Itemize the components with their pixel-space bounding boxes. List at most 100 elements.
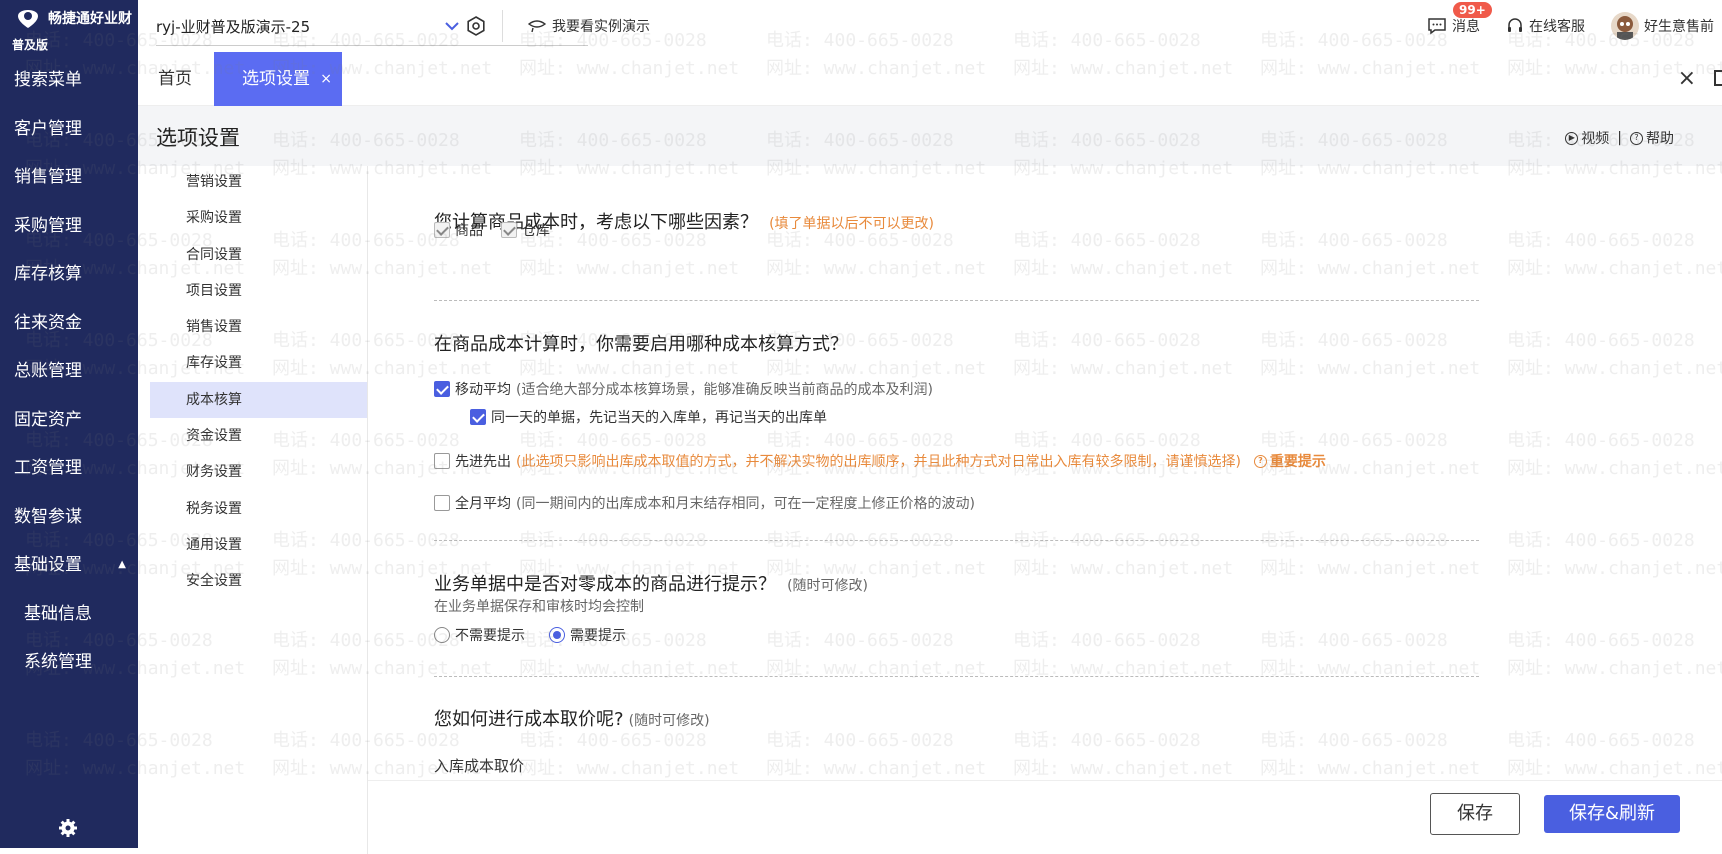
tab-home[interactable]: 首页	[158, 52, 192, 106]
nav-subitem-label: 基础信息	[24, 603, 92, 624]
option-label: 商品	[455, 223, 483, 239]
nav-item-label: 固定资产	[14, 409, 82, 430]
video-link[interactable]: ▶ 视频	[1565, 128, 1609, 148]
submenu-item-marketing[interactable]: 营销设置	[150, 164, 367, 200]
nav-item-label: 销售管理	[14, 167, 82, 187]
account-select[interactable]: ryj-业财普及版演示-25	[156, 8, 588, 46]
fullscreen-icon[interactable]	[1714, 70, 1722, 86]
submenu-item-sales[interactable]: 销售设置	[150, 309, 367, 345]
video-label: 视频	[1581, 131, 1610, 147]
save-refresh-button[interactable]: 保存&刷新	[1544, 795, 1680, 833]
radio[interactable]	[549, 627, 565, 643]
submenu-item-project[interactable]: 项目设置	[150, 273, 367, 309]
nav-item-label: 客户管理	[14, 118, 82, 139]
zero-cost-options: 不需要提示 需要提示	[434, 625, 626, 645]
submenu-item-contract[interactable]: 合同设置	[150, 237, 367, 273]
caret-up-icon: ▲	[118, 559, 126, 570]
user-menu[interactable]: 好生意售前	[1611, 12, 1714, 40]
nav-subitem-system[interactable]: 系统管理	[0, 638, 138, 687]
submenu-item-general[interactable]: 通用设置	[150, 527, 367, 563]
demo-link[interactable]: 我要看实例演示	[528, 16, 650, 36]
radio-need-prompt[interactable]: 需要提示	[549, 625, 626, 645]
nav-menu: 搜索菜单 客户管理 销售管理 采购管理 库存核算 往来资金 总账管理 固定资产 …	[0, 56, 138, 687]
nav-item-search-menu[interactable]: 搜索菜单	[0, 56, 138, 105]
page-header: 选项设置 ▶ 视频 | ? 帮助	[138, 106, 1722, 166]
nav-item-label: 库存核算	[14, 264, 82, 284]
tab-label: 选项设置	[242, 69, 310, 89]
section-zero-cost: 业务单据中是否对零成本的商品进行提示？ (随时可修改)	[434, 570, 868, 596]
option-label: 仓库	[522, 223, 550, 239]
nav-item-label: 基础设置	[14, 555, 82, 575]
help-icon: ?	[1630, 131, 1643, 145]
message-icon	[1428, 18, 1446, 35]
submenu-item-security[interactable]: 安全设置	[150, 563, 367, 599]
brand-logo-icon	[18, 10, 38, 28]
checkbox[interactable]	[501, 222, 517, 238]
help-link[interactable]: ? 帮助	[1630, 128, 1674, 148]
messages-badge: 99+	[1453, 2, 1492, 18]
option-monthly-average[interactable]: 全月平均 (同一期间内的出库成本和月末结存相同，可在一定程度上修正价格的波动)	[434, 493, 975, 513]
option-warehouse[interactable]: 仓库	[501, 220, 550, 240]
close-icon[interactable]: ×	[1678, 66, 1696, 91]
checkbox[interactable]	[434, 381, 450, 397]
radio[interactable]	[434, 627, 450, 643]
subsection-inbound-cost: 入库成本取价	[434, 757, 525, 775]
brand: 畅捷通好业财 普及版	[0, 0, 138, 52]
submenu-item-purchase[interactable]: 采购设置	[150, 200, 367, 236]
cost-factor-options: 商品 仓库	[434, 220, 550, 240]
submenu-item-costing[interactable]: 成本核算	[150, 381, 367, 419]
nav-item-ledger[interactable]: 总账管理	[0, 347, 138, 396]
tab-close-icon[interactable]: ×	[320, 52, 332, 106]
nav-item-sales[interactable]: 销售管理	[0, 153, 138, 202]
nav-item-purchase[interactable]: 采购管理	[0, 202, 138, 251]
avatar	[1611, 12, 1639, 40]
option-label[interactable]: 先进先出	[455, 451, 511, 471]
checkbox[interactable]	[434, 222, 450, 238]
settings-submenu: 营销设置 采购设置 合同设置 项目设置 销售设置 库存设置 成本核算 资金设置 …	[150, 166, 368, 854]
option-label: 同一天的单据，先记当天的入库单，再记当天的出库单	[491, 410, 827, 426]
help-label: 帮助	[1646, 131, 1674, 147]
important-notice-link[interactable]: ? 重要提示	[1253, 451, 1326, 471]
nav-item-payroll[interactable]: 工资管理	[0, 444, 138, 493]
section-note: (填了单据以后不可以更改)	[769, 216, 935, 232]
warning-label: 重要提示	[1269, 454, 1326, 470]
nav-item-label: 往来资金	[14, 312, 82, 333]
nav-item-fixed-assets[interactable]: 固定资产	[0, 396, 138, 445]
left-nav: 畅捷通好业财 普及版 搜索菜单 客户管理 销售管理 采购管理 库存核算 往来资金…	[0, 0, 138, 848]
section-title: 在商品成本计算时，你需要启用哪种成本核算方式？	[434, 334, 848, 355]
play-icon: ▶	[1565, 131, 1579, 145]
nav-item-customer[interactable]: 客户管理	[0, 105, 138, 154]
option-label: 移动平均	[455, 382, 511, 398]
online-service-button[interactable]: 在线客服	[1506, 16, 1585, 36]
option-fifo: 先进先出 (此选项只影响出库成本取值的方式，并不解决实物的出库顺序，并且此种方式…	[434, 451, 1326, 471]
submenu-item-tax[interactable]: 税务设置	[150, 491, 367, 527]
gear-icon[interactable]	[58, 818, 78, 838]
section-costing-method: 在商品成本计算时，你需要启用哪种成本核算方式？	[434, 330, 848, 356]
option-label: 全月平均	[455, 496, 511, 512]
messages-button[interactable]: 消息 99+	[1427, 2, 1492, 36]
nav-item-inventory[interactable]: 库存核算	[0, 250, 138, 299]
option-goods[interactable]: 商品	[434, 220, 483, 240]
headset-icon	[1508, 18, 1522, 32]
checkbox[interactable]	[470, 409, 486, 425]
option-note: (此选项只影响出库成本取值的方式，并不解决实物的出库顺序，并且此种方式对日常出入…	[516, 454, 1241, 470]
settings-icon[interactable]	[466, 16, 486, 36]
brand-edition: 普及版	[12, 38, 49, 52]
checkbox[interactable]	[434, 453, 450, 469]
radio-no-prompt[interactable]: 不需要提示	[434, 625, 525, 645]
save-button[interactable]: 保存	[1430, 793, 1520, 835]
settings-content: 您计算商品成本时，考虑以下哪些因素？ (填了单据以后不可以更改) 商品 仓库 在…	[368, 166, 1722, 780]
nav-item-funds[interactable]: 往来资金	[0, 299, 138, 348]
brand-name: 畅捷通好业财	[48, 11, 132, 27]
submenu-item-funds[interactable]: 资金设置	[150, 418, 367, 454]
nav-item-basic-settings[interactable]: 基础设置 ▲	[0, 541, 138, 590]
nav-item-analytics[interactable]: 数智参谋	[0, 493, 138, 542]
submenu-item-finance[interactable]: 财务设置	[150, 454, 367, 490]
section-title: 业务单据中是否对零成本的商品进行提示？	[434, 574, 776, 595]
nav-subitem-basic-info[interactable]: 基础信息	[0, 590, 138, 639]
tab-options-settings[interactable]: 选项设置 ×	[214, 52, 342, 106]
checkbox[interactable]	[434, 495, 450, 511]
option-same-day-order[interactable]: 同一天的单据，先记当天的入库单，再记当天的出库单	[470, 407, 827, 427]
option-moving-average[interactable]: 移动平均 (适合绝大部分成本核算场景，能够准确反映当前商品的成本及利润)	[434, 379, 933, 399]
submenu-item-inventory[interactable]: 库存设置	[150, 345, 367, 381]
